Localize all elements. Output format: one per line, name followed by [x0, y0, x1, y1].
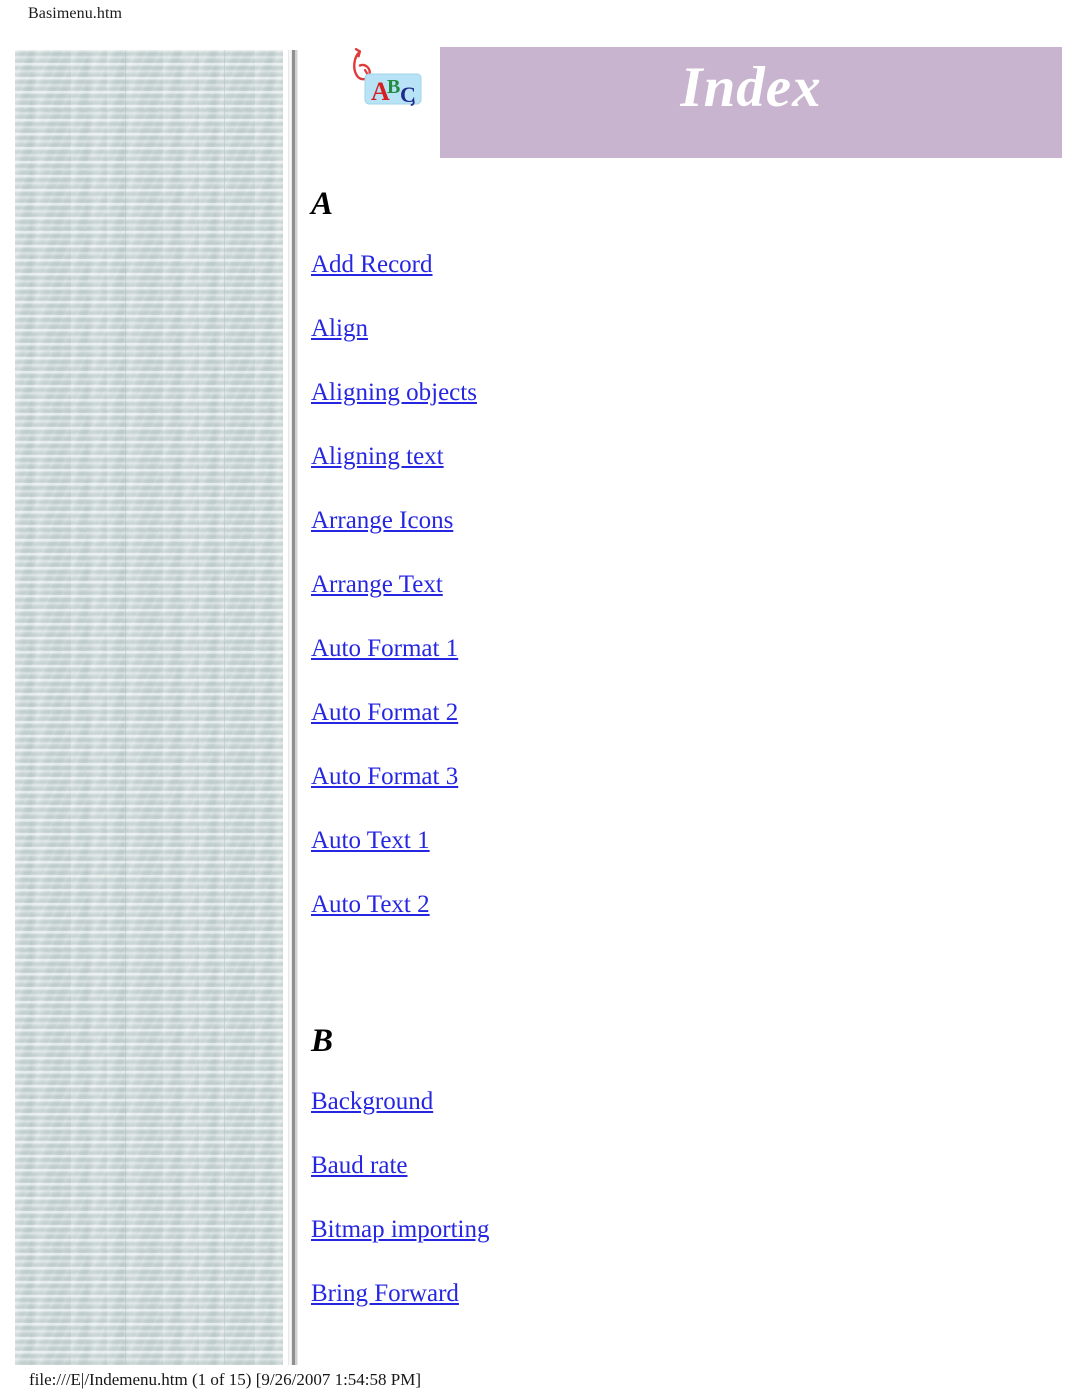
index-link-auto-text-2[interactable]: Auto Text 2	[311, 890, 430, 920]
index-letter-heading-a: A	[311, 186, 334, 222]
index-link-add-record[interactable]: Add Record	[311, 250, 433, 280]
divider-edge	[295, 50, 297, 1365]
page-caption: Basimenu.htm	[28, 5, 123, 22]
sidebar-divider	[288, 50, 298, 1365]
content-column: A B C Index A Add Record Align Aligning …	[311, 0, 1080, 1397]
divider-highlight	[289, 50, 291, 1365]
index-link-auto-format-3[interactable]: Auto Format 3	[311, 762, 458, 792]
abc-spellcheck-icon: A B C	[343, 45, 429, 117]
index-link-bring-forward[interactable]: Bring Forward	[311, 1279, 459, 1309]
index-link-aligning-text[interactable]: Aligning text	[311, 442, 444, 472]
index-link-auto-format-2[interactable]: Auto Format 2	[311, 698, 458, 728]
index-link-bitmap-importing[interactable]: Bitmap importing	[311, 1215, 489, 1245]
sidebar-tile-seam	[125, 50, 126, 1365]
index-link-auto-text-1[interactable]: Auto Text 1	[311, 826, 430, 856]
title-banner: Index	[440, 47, 1062, 158]
index-link-aligning-objects[interactable]: Aligning objects	[311, 378, 477, 408]
svg-text:B: B	[387, 76, 400, 98]
sidebar-texture	[15, 50, 283, 1365]
sidebar-panel	[15, 50, 298, 1365]
index-link-baud-rate[interactable]: Baud rate	[311, 1151, 407, 1181]
index-group-b: B Background Baud rate Bitmap importing …	[311, 1022, 1080, 1309]
page-title: Index	[680, 56, 822, 119]
index-link-auto-format-1[interactable]: Auto Format 1	[311, 634, 458, 664]
index-link-align[interactable]: Align	[311, 314, 368, 344]
index-link-arrange-text[interactable]: Arrange Text	[311, 570, 443, 600]
masthead: A B C Index	[311, 40, 1080, 165]
index-listing: A Add Record Align Aligning objects Alig…	[311, 185, 1080, 1343]
footer-file-path: file:///E|/Indemenu.htm (1 of 15) [9/26/…	[29, 1370, 421, 1389]
index-link-arrange-icons[interactable]: Arrange Icons	[311, 506, 453, 536]
index-link-background[interactable]: Background	[311, 1087, 433, 1117]
sidebar-tile-seam	[224, 50, 225, 1365]
index-group-a: A Add Record Align Aligning objects Alig…	[311, 185, 1080, 920]
index-letter-heading-b: B	[311, 1023, 334, 1059]
